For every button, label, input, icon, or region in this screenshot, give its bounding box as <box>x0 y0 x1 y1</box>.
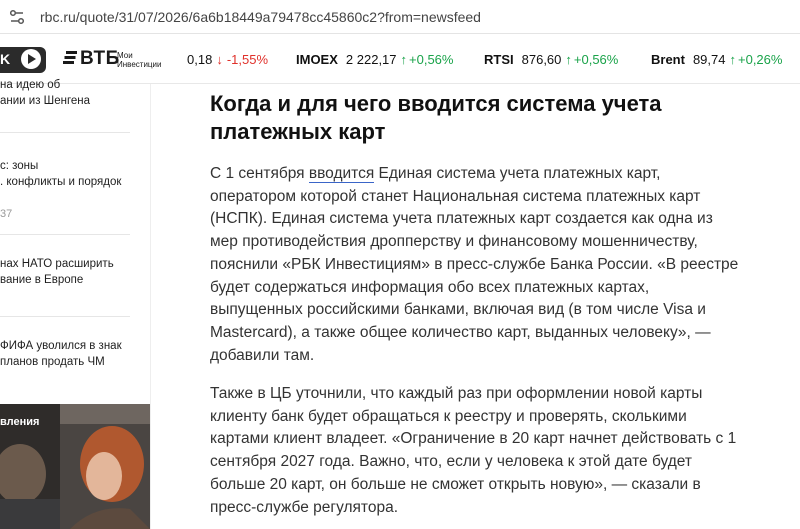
promo-label: вления <box>0 416 40 428</box>
ticker-item-partial[interactable]: 0,18 ↓ -1,55% <box>187 52 268 67</box>
vtb-logo-name: ВТБ <box>80 48 120 69</box>
ticker-item-brent[interactable]: Brent 89,74 ↑ +0,26% <box>651 52 782 67</box>
divider <box>0 132 130 133</box>
site-settings-icon[interactable] <box>8 8 26 26</box>
vtb-stripes-icon <box>63 51 77 64</box>
ticker-item-rtsi[interactable]: RTSI 876,60 ↑ +0,56% <box>484 52 618 67</box>
news-item[interactable]: на идею об ании из Шенгена <box>0 77 148 109</box>
ticker-play-button[interactable]: K <box>0 47 46 73</box>
news-sidebar: на идею об ании из Шенгена с: зоны . кон… <box>0 79 151 529</box>
article-paragraph-1: С 1 сентября вводится Единая система уче… <box>210 165 739 364</box>
arrow-up-icon: ↑ <box>565 52 572 67</box>
play-icon <box>21 49 41 69</box>
news-item[interactable]: нах НАТО расширить вание в Европе <box>0 256 148 288</box>
article-section-title: Когда и для чего вводится система учета … <box>210 91 662 144</box>
comments-count: 37 <box>0 208 13 220</box>
address-bar[interactable]: rbc.ru/quote/31/07/2026/6a6b18449a79478c… <box>0 0 800 34</box>
arrow-up-icon: ↑ <box>400 52 408 67</box>
url-text[interactable]: rbc.ru/quote/31/07/2026/6a6b18449a79478c… <box>40 9 481 25</box>
promo-banner[interactable]: вления <box>0 404 150 529</box>
vtb-logo-subtitle: Мои Инвестиции <box>117 51 162 69</box>
news-item[interactable]: ФИФА уволился в знак планов продать ЧМ <box>0 338 148 370</box>
arrow-up-icon: ↑ <box>729 52 737 67</box>
ticker-button-label: K <box>0 51 11 67</box>
news-item[interactable]: с: зоны . конфликты и порядок <box>0 158 148 190</box>
divider <box>0 234 130 235</box>
arrow-down-icon: ↓ <box>216 52 223 67</box>
divider <box>0 316 130 317</box>
ticker-item-imoex[interactable]: IMOEX 2 222,17 ↑ +0,56% <box>296 52 453 67</box>
article-link[interactable]: вводится <box>308 165 375 183</box>
article-paragraph-2: Также в ЦБ уточнили, что каждый раз при … <box>210 385 737 516</box>
